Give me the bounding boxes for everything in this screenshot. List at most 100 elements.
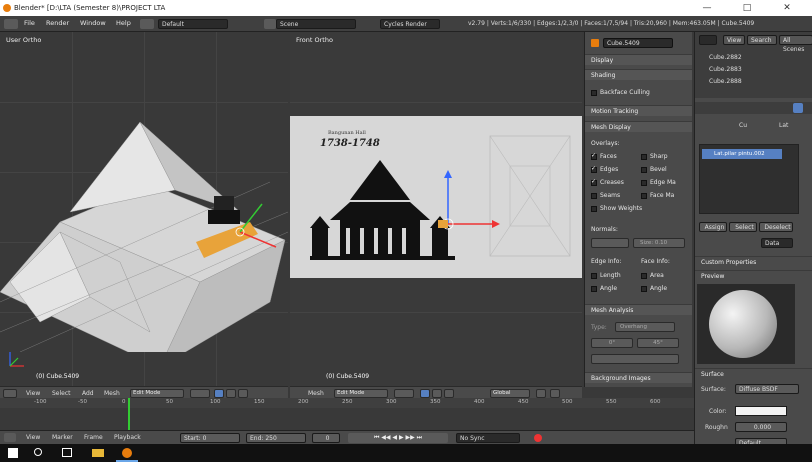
face-info-area[interactable]: Area (641, 272, 664, 279)
scene-icon[interactable] (264, 19, 276, 29)
color-swatch[interactable] (735, 406, 787, 416)
section-mesh-analysis[interactable]: Mesh Analysis (585, 304, 692, 315)
timeline-editor-icon[interactable] (4, 433, 16, 442)
info-editor-icon[interactable] (4, 19, 18, 29)
breadcrumb-material[interactable]: Lat (779, 122, 788, 129)
section-shading[interactable]: Shading (585, 69, 692, 80)
overlay-edges[interactable]: Edges (591, 165, 618, 173)
overlay-faces[interactable]: Faces (591, 152, 617, 160)
overlay-creases[interactable]: Creases (591, 178, 624, 186)
outliner-search-tab[interactable]: Search (747, 35, 777, 45)
backface-culling-option[interactable]: Backface Culling (591, 89, 650, 96)
checkbox[interactable] (641, 285, 647, 292)
sync-dropdown[interactable]: No Sync (456, 433, 520, 443)
proportional-edit-icon[interactable] (550, 389, 560, 398)
layout-icon[interactable] (140, 19, 154, 29)
edge-select-icon[interactable] (432, 389, 442, 398)
header-view-menu[interactable]: View (26, 390, 40, 397)
record-button[interactable] (534, 434, 542, 442)
object-name-field[interactable]: Cube.5409 (603, 38, 673, 48)
current-frame-marker[interactable] (128, 398, 130, 430)
section-motion-tracking[interactable]: Motion Tracking (585, 105, 692, 116)
header-select-menu[interactable]: Select (52, 390, 71, 397)
overlay-bevel[interactable]: Bevel (641, 166, 667, 173)
outliner-editor-icon[interactable] (699, 35, 717, 45)
overlay-show-weights[interactable]: Show Weights (591, 205, 642, 212)
render-engine-dropdown[interactable]: Cycles Render (380, 19, 440, 29)
menu-file[interactable]: File (24, 19, 35, 27)
checkbox[interactable] (641, 166, 647, 173)
task-view-icon[interactable] (62, 448, 72, 457)
face-info-angle[interactable]: Angle (641, 285, 667, 292)
checkbox[interactable] (641, 153, 647, 160)
overlay-sharp[interactable]: Sharp (641, 153, 668, 160)
end-frame-field[interactable]: End: 250 (246, 433, 306, 443)
checkbox[interactable] (591, 192, 597, 199)
shading-dropdown[interactable] (190, 389, 210, 398)
checkbox[interactable] (591, 178, 597, 186)
checkbox[interactable] (591, 152, 597, 160)
section-custom-properties[interactable]: Custom Properties (695, 256, 812, 267)
section-preview[interactable]: Preview (695, 270, 812, 281)
edge-info-angle[interactable]: Angle (591, 285, 617, 292)
snap-icon[interactable] (536, 389, 546, 398)
windows-start-icon[interactable] (8, 448, 18, 458)
overlay-edge-marks[interactable]: Edge Ma (641, 179, 676, 186)
material-slot-item[interactable]: Lat.pilar pintu.002 (702, 149, 782, 159)
playback-controls[interactable]: ⏮ ◀◀ ◀ ▶ ▶▶ ⏭ (348, 433, 448, 443)
timeline-playback-menu[interactable]: Playback (114, 434, 141, 441)
timeline-marker-menu[interactable]: Marker (52, 434, 73, 441)
material-tab-icon[interactable] (793, 103, 803, 113)
checkbox[interactable] (591, 89, 597, 96)
timeline-frame-menu[interactable]: Frame (84, 434, 103, 441)
section-background-images[interactable]: Background Images (585, 372, 692, 383)
face-select-icon[interactable] (444, 389, 454, 398)
checkbox[interactable] (641, 272, 647, 279)
header-add-menu[interactable]: Add (82, 390, 94, 397)
timeline-view-menu[interactable]: View (26, 434, 40, 441)
transform-manipulator[interactable] (430, 168, 510, 248)
analysis-toggle-row[interactable] (591, 354, 679, 364)
search-icon[interactable] (34, 448, 42, 456)
section-mesh-display[interactable]: Mesh Display (585, 121, 692, 132)
checkbox[interactable] (591, 165, 597, 173)
outliner-row[interactable]: Cube.2888 (709, 78, 742, 85)
overlay-face-marks[interactable]: Face Ma (641, 192, 674, 199)
minimize-button[interactable]: — (692, 0, 722, 16)
menu-render[interactable]: Render (46, 19, 69, 27)
breadcrumb-object[interactable]: Cu (739, 122, 747, 129)
mode-dropdown[interactable]: Edit Mode (334, 389, 388, 398)
current-frame-field[interactable]: 0 (312, 433, 340, 443)
menu-window[interactable]: Window (80, 19, 106, 27)
normals-size-field[interactable]: Size: 0.10 (633, 238, 685, 248)
analysis-type-dropdown[interactable]: Overhang (615, 322, 675, 332)
menu-help[interactable]: Help (116, 19, 131, 27)
orientation-dropdown[interactable]: Global (490, 389, 530, 398)
outliner-row[interactable]: Cube.2882 (709, 54, 742, 61)
checkbox[interactable] (591, 272, 597, 279)
overlay-seams[interactable]: Seams (591, 192, 620, 199)
checkbox[interactable] (591, 205, 597, 212)
header-mesh-menu[interactable]: Mesh (308, 390, 324, 397)
maximize-button[interactable]: □ (732, 0, 762, 16)
assign-button[interactable]: Assign (699, 222, 727, 232)
shading-dropdown[interactable] (394, 389, 414, 398)
edge-info-length[interactable]: Length (591, 272, 621, 279)
editor-type-icon[interactable] (3, 389, 17, 398)
edge-select-icon[interactable] (226, 389, 236, 398)
viewport-front-ortho[interactable]: Front Ortho Bangunan Hall 1738-1748 (0) … (290, 32, 582, 386)
checkbox[interactable] (641, 179, 647, 186)
mode-dropdown[interactable]: Edit Mode (130, 389, 184, 398)
data-link-dropdown[interactable]: Data (761, 238, 793, 248)
surface-shader-dropdown[interactable]: Diffuse BSDF (735, 384, 799, 394)
outliner-view-tab[interactable]: View (723, 35, 745, 45)
outliner-row[interactable]: Cube.2883 (709, 66, 742, 73)
header-mesh-menu[interactable]: Mesh (104, 390, 120, 397)
material-slot-list[interactable]: Lat.pilar pintu.002 (699, 144, 799, 214)
start-frame-field[interactable]: Start: 0 (180, 433, 240, 443)
roughness-field[interactable]: 0.000 (735, 422, 787, 432)
section-display[interactable]: Display (585, 54, 692, 65)
blender-taskbar-icon[interactable] (122, 448, 132, 458)
close-button[interactable]: ✕ (772, 0, 802, 16)
deselect-button[interactable]: Deselect (759, 222, 793, 232)
